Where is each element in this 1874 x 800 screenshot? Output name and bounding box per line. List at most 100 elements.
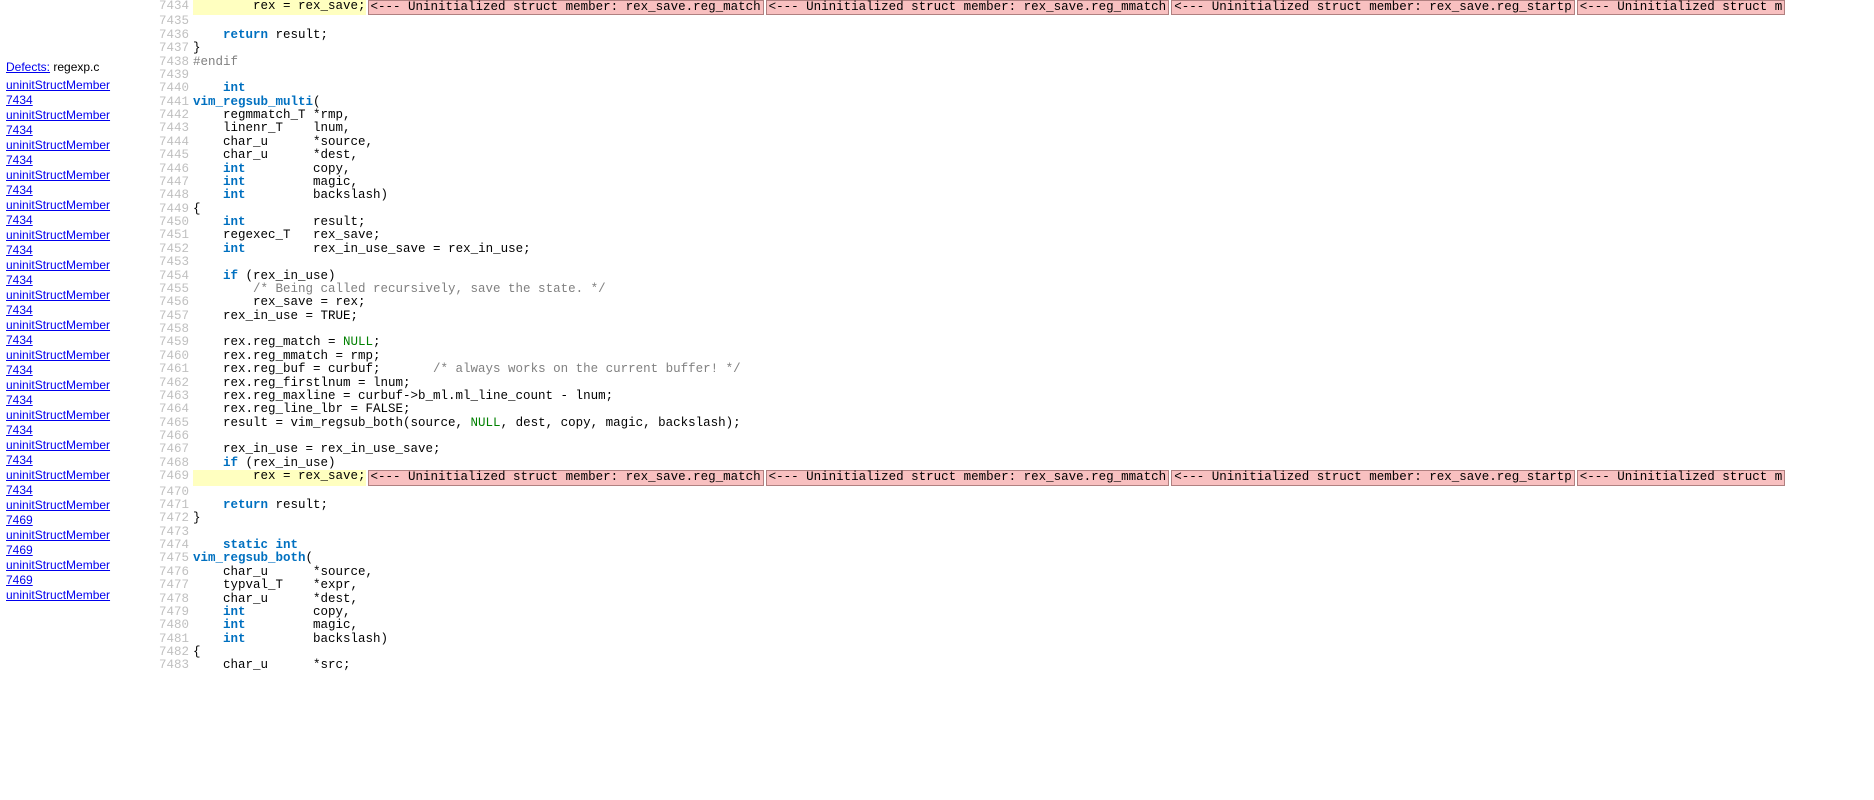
code-token: rex.reg_mmatch = rmp;: [193, 349, 381, 363]
defect-link[interactable]: uninitStructMember: [6, 138, 149, 153]
code-line: #endif: [193, 56, 238, 69]
line-number: 7458: [155, 323, 193, 336]
defect-line-link[interactable]: 7434: [6, 483, 149, 498]
defect-link[interactable]: uninitStructMember: [6, 288, 149, 303]
defect-link[interactable]: uninitStructMember: [6, 528, 149, 543]
code-row: 7482{: [155, 646, 1874, 659]
defect-annotation: <--- Uninitialized struct member: rex_sa…: [766, 470, 1170, 485]
line-number: 7462: [155, 377, 193, 390]
defect-link[interactable]: uninitStructMember: [6, 468, 149, 483]
defect-line-link[interactable]: 7434: [6, 393, 149, 408]
code-line: vim_regsub_multi(: [193, 96, 321, 109]
line-number: 7444: [155, 136, 193, 149]
code-token: [193, 28, 223, 42]
code-row: 7437}: [155, 42, 1874, 55]
defect-link[interactable]: uninitStructMember: [6, 228, 149, 243]
defect-link[interactable]: uninitStructMember: [6, 558, 149, 573]
defect-line-link[interactable]: 7434: [6, 363, 149, 378]
code-line: rex_save = rex;: [193, 296, 366, 309]
line-number: 7442: [155, 109, 193, 122]
code-token: rex.reg_firstlnum = lnum;: [193, 376, 411, 390]
code-token: [193, 188, 223, 202]
defect-link[interactable]: uninitStructMember: [6, 378, 149, 393]
code-row: 7440 int: [155, 82, 1874, 95]
code-token: int: [223, 242, 246, 256]
defect-link[interactable]: uninitStructMember: [6, 258, 149, 273]
code-row: 7465 result = vim_regsub_both(source, NU…: [155, 417, 1874, 430]
defect-line-link[interactable]: 7434: [6, 303, 149, 318]
code-token: (: [306, 551, 314, 565]
line-number: 7451: [155, 229, 193, 242]
line-number: 7476: [155, 566, 193, 579]
line-number: 7472: [155, 512, 193, 525]
code-row: 7463 rex.reg_maxline = curbuf->b_ml.ml_l…: [155, 390, 1874, 403]
defect-link[interactable]: uninitStructMember: [6, 78, 149, 93]
code-row: 7441vim_regsub_multi(: [155, 96, 1874, 109]
defect-link[interactable]: uninitStructMember: [6, 108, 149, 123]
code-token: [193, 632, 223, 646]
defect-line-link[interactable]: 7434: [6, 243, 149, 258]
line-number: 7460: [155, 350, 193, 363]
defects-list: uninitStructMember7434uninitStructMember…: [6, 78, 149, 603]
code-row: 7470: [155, 486, 1874, 499]
defect-annotation: <--- Uninitialized struct m: [1577, 0, 1786, 15]
code-token: NULL: [343, 335, 373, 349]
defect-line-link[interactable]: 7434: [6, 183, 149, 198]
line-number: 7475: [155, 552, 193, 565]
code-line: regmmatch_T *rmp,: [193, 109, 351, 122]
code-token: [268, 538, 276, 552]
defects-sidebar: Defects: regexp.c uninitStructMember7434…: [0, 0, 155, 800]
code-line: rex.reg_firstlnum = lnum;: [193, 377, 411, 390]
code-token: [193, 618, 223, 632]
defects-label-link[interactable]: Defects:: [6, 60, 50, 74]
code-row: 7434 rex = rex_save;<--- Uninitialized s…: [155, 0, 1874, 15]
defect-line-link[interactable]: 7434: [6, 153, 149, 168]
code-row: 7483 char_u *src;: [155, 659, 1874, 672]
code-token: (rex_in_use): [238, 269, 336, 283]
code-token: [193, 175, 223, 189]
code-line: rex = rex_save;: [193, 470, 366, 485]
code-token: rex.reg_maxline = curbuf->b_ml.ml_line_c…: [193, 389, 613, 403]
line-number: 7481: [155, 633, 193, 646]
code-row: 7480 int magic,: [155, 619, 1874, 632]
line-number: 7479: [155, 606, 193, 619]
defect-link[interactable]: uninitStructMember: [6, 498, 149, 513]
defect-line-link[interactable]: 7469: [6, 573, 149, 588]
code-token: [193, 498, 223, 512]
defect-link[interactable]: uninitStructMember: [6, 438, 149, 453]
defect-line-link[interactable]: 7469: [6, 513, 149, 528]
defect-line-link[interactable]: 7434: [6, 123, 149, 138]
defect-line-link[interactable]: 7434: [6, 333, 149, 348]
defect-line-link[interactable]: 7469: [6, 543, 149, 558]
defect-link[interactable]: uninitStructMember: [6, 198, 149, 213]
code-row: 7458: [155, 323, 1874, 336]
defect-link[interactable]: uninitStructMember: [6, 588, 149, 603]
defect-line-link[interactable]: 7434: [6, 93, 149, 108]
defect-annotation: <--- Uninitialized struct member: rex_sa…: [368, 0, 764, 15]
line-number: 7449: [155, 203, 193, 216]
defect-line-link[interactable]: 7434: [6, 213, 149, 228]
line-number: 7477: [155, 579, 193, 592]
defect-link[interactable]: uninitStructMember: [6, 408, 149, 423]
code-line: char_u *dest,: [193, 593, 358, 606]
line-number: 7474: [155, 539, 193, 552]
defect-line-link[interactable]: 7434: [6, 453, 149, 468]
defect-link[interactable]: uninitStructMember: [6, 318, 149, 333]
defect-link[interactable]: uninitStructMember: [6, 348, 149, 363]
line-number: 7456: [155, 296, 193, 309]
code-line: rex_in_use = rex_in_use_save;: [193, 443, 441, 456]
code-token: }: [193, 41, 201, 55]
defects-title: Defects: regexp.c: [6, 60, 149, 74]
code-row: 7444 char_u *source,: [155, 136, 1874, 149]
code-token: return: [223, 28, 268, 42]
line-number: 7473: [155, 526, 193, 539]
code-line: int magic,: [193, 176, 358, 189]
line-number: 7461: [155, 363, 193, 376]
code-token: if: [223, 456, 238, 470]
line-number: 7441: [155, 96, 193, 109]
defect-annotation: <--- Uninitialized struct member: rex_sa…: [1171, 0, 1575, 15]
defect-link[interactable]: uninitStructMember: [6, 168, 149, 183]
code-token: result;: [268, 498, 328, 512]
defect-line-link[interactable]: 7434: [6, 423, 149, 438]
defect-line-link[interactable]: 7434: [6, 273, 149, 288]
